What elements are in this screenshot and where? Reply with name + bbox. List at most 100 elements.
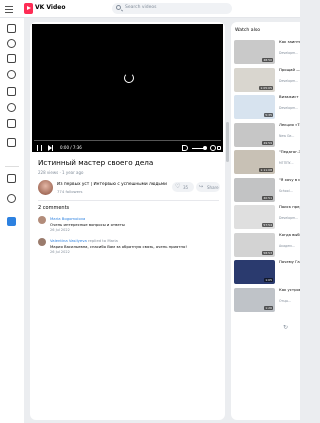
live-icon[interactable] [7,70,16,79]
games-icon[interactable] [7,119,16,128]
menu-icon[interactable] [5,4,14,13]
recommended-video[interactable]: 1:26 Как устроен... новорожд... Отцы... [234,287,300,312]
recommended-video[interactable]: 40:51 "Я хочу в мир... School... [234,177,300,202]
comments-count: 2 comments [38,205,70,211]
search-input[interactable]: Search videos [112,3,232,14]
video-duration: 1:05:05 [259,85,273,90]
video-title[interactable]: Визажист в рекламе... [279,95,300,100]
volume-icon[interactable] [182,145,188,151]
pause-icon[interactable] [37,145,42,151]
recommended-video[interactable]: 49:59 Лекция «Точка зрения... New Ge... [234,122,300,147]
video-duration: 1:11:08 [259,168,273,172]
recommended-video[interactable]: 1:05:05 Прощай — взрослый... Developm... [234,67,300,92]
nav-divider [5,166,19,167]
comment-date: 26 Jul 2022 [50,228,70,232]
discover-icon[interactable] [7,39,16,48]
comment-date: 26 Jul 2022 [50,250,70,254]
shows-icon[interactable] [7,87,16,96]
history-icon[interactable] [7,194,16,203]
recommendations-sidebar: Watch also 48:50 Как заинтересовать детск… [231,22,300,420]
left-nav [0,18,24,423]
refresh-icon[interactable]: ↻ [283,324,288,331]
video-title[interactable]: Как заинтересовать детским... [279,40,300,45]
like-button[interactable]: ♡ 35 [172,182,194,192]
channel-followers: 774 followers [57,189,83,194]
recommended-video[interactable]: 57:54 Поиск предмета... Developm... [234,205,300,229]
video-thumbnail[interactable]: 5:35 [234,95,275,119]
video-thumbnail[interactable]: 40:51 [234,177,275,202]
fullscreen-icon[interactable] [217,146,221,150]
video-channel: New Ge... [279,133,295,138]
scrollbar-thumb[interactable] [226,122,229,162]
video-duration: 1:05 [264,278,273,282]
video-channel: МГППУ... [279,161,294,165]
recommended-video[interactable]: 58:53 Когда выбор армии... Академ... [234,232,300,257]
video-player[interactable]: 0:00 / 7:36 [32,24,223,152]
comment-text: Очень интересные вопросы и ответы [50,222,125,227]
share-label: Share [207,185,219,190]
video-duration: 1:26 [264,305,273,310]
video-title[interactable]: Прощай — взрослый... [279,68,300,73]
sidebar-title: Watch also [235,28,261,33]
comment-author[interactable]: Valentina Vasilyeva replied to Maria [50,238,118,243]
video-duration: 5:35 [264,113,273,117]
video-title[interactable]: Поиск предмета... [279,205,300,210]
video-duration: 49:59 [262,140,273,145]
my-videos-icon[interactable] [7,217,16,226]
recommended-video[interactable]: 48:50 Как заинтересовать детским... Develo… [234,40,300,64]
video-channel: Developm... [279,216,299,220]
heart-icon: ♡ [175,183,181,190]
video-thumbnail[interactable]: 1:11:08 [234,150,275,174]
video-duration: 58:53 [262,250,273,255]
search-icon [116,5,121,10]
video-title[interactable]: Лекция «Точка зрения... [279,123,300,128]
settings-icon[interactable] [210,145,216,151]
video-title[interactable]: Почему Гасить презентацию... [279,260,300,265]
video-thumbnail[interactable]: 49:59 [234,122,275,147]
video-title[interactable]: Как устроен... новорожд... [279,288,300,293]
video-duration: 48:50 [262,58,273,62]
video-thumbnail[interactable]: 48:50 [234,40,275,64]
scrollbar[interactable] [226,22,229,420]
vk-video-logo-icon[interactable] [24,3,33,14]
tv-icon[interactable] [7,138,16,147]
home-icon[interactable] [7,24,16,33]
video-channel: Developm... [279,106,299,110]
share-icon: ↪ [199,184,204,190]
comment-avatar[interactable] [38,216,46,224]
video-thumbnail[interactable]: 57:54 [234,205,275,229]
progress-bar[interactable] [34,140,221,141]
logo-text[interactable]: VK Video [35,4,65,11]
video-channel: Академ... [279,243,295,248]
playlists-icon[interactable] [7,174,16,183]
channel-name[interactable]: Из первых уст | Интервью с успешными люд… [57,182,167,187]
top-bar: VK Video Search videos [0,0,300,18]
playback-time: 0:00 / 7:36 [60,145,82,150]
channel-avatar[interactable] [38,180,53,195]
recommended-video[interactable]: 1:05 Почему Гасить презентацию... [234,260,300,284]
comment-author[interactable]: Maria Bogomolova [50,216,85,221]
share-button[interactable]: ↪ Share [196,182,220,192]
video-thumbnail[interactable]: 58:53 [234,232,275,257]
video-meta: 228 views · 1 year ago [38,170,84,175]
video-thumbnail[interactable]: 1:05:05 [234,67,275,92]
next-icon[interactable] [48,145,53,151]
video-duration: 40:51 [262,195,273,200]
recommended-video[interactable]: 1:11:08 "Педагог-Эйнштейн... МГППУ... [234,150,300,174]
video-title[interactable]: "Я хочу в мир... [279,178,300,183]
volume-knob[interactable] [203,146,207,150]
main-content: 0:00 / 7:36 Истинный мастер своего дела … [30,22,225,420]
video-title: Истинный мастер своего дела [38,158,154,167]
recommended-video[interactable]: 5:35 Визажист в рекламе... Developm... [234,95,300,119]
divider [38,200,219,201]
video-title[interactable]: "Педагог-Эйнштейн... [279,150,300,155]
video-duration: 57:54 [262,223,273,227]
comment-text: Мария Васильевна, спасибо Вам за обратну… [50,244,187,249]
sports-icon[interactable] [7,103,16,112]
comment-avatar[interactable] [38,238,46,246]
loading-spinner-icon [124,73,134,83]
video-title[interactable]: Когда выбор армии... [279,233,300,238]
clips-icon[interactable] [7,54,16,63]
video-thumbnail[interactable]: 1:26 [234,287,275,312]
video-thumbnail[interactable]: 1:05 [234,260,275,284]
